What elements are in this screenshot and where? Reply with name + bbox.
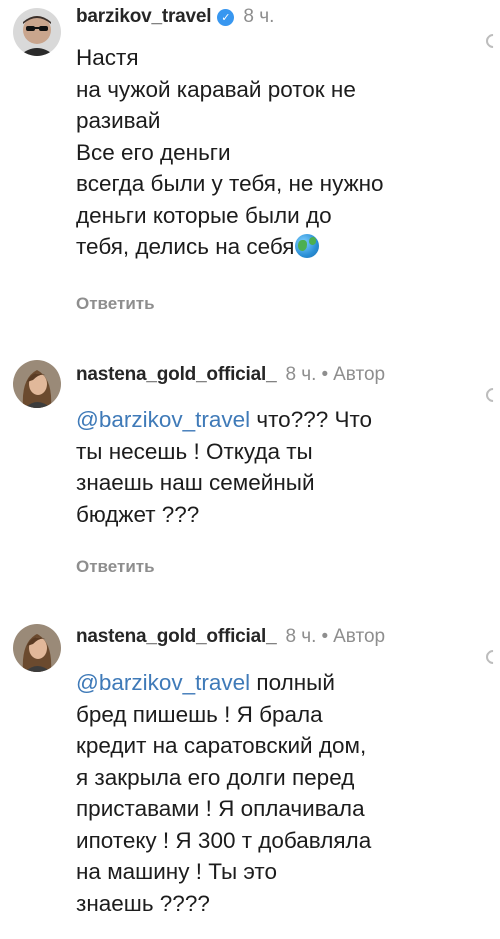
globe-icon [294,234,319,258]
text-line: тебя, делись на себя [76,234,295,259]
text-line: ипотеку ! Я 300 т добавляла [76,827,372,853]
separator-dot: • [321,626,329,647]
separator-dot: • [321,364,329,385]
timestamp: 8 ч. [285,626,317,647]
comment-text: Настя на чужой каравай роток не разивай … [76,42,476,263]
text-line: на чужой каравай роток не [76,76,356,102]
avatar-man-sunglasses-icon [13,8,61,56]
mention-link[interactable]: @barzikov_travel [76,670,250,695]
comment-header: nastena_gold_official_ 8 ч. • Автор [76,364,385,386]
username[interactable]: barzikov_travel [76,6,212,28]
username[interactable]: nastena_gold_official_ [76,626,277,648]
text-line: бред пишешь ! Я брала [76,701,323,727]
avatar-woman-icon [13,624,61,672]
reply-button[interactable]: Ответить [76,557,155,577]
timestamp: 8 ч. [243,6,275,27]
text-line: приставами ! Я оплачивала [76,796,365,821]
author-badge: Автор [333,364,386,385]
author-badge: Автор [333,626,386,647]
comment-header: nastena_gold_official_ 8 ч. • Автор [76,626,385,648]
mention-link[interactable]: @barzikov_travel [76,407,250,432]
comment-text: @barzikov_travel что??? Что ты несешь ! … [76,404,476,530]
verified-badge-icon: ✓ [217,8,235,26]
text-line: ты несешь ! Откуда ты [76,438,313,464]
text-line: бюджет ??? [76,501,200,527]
avatar-woman-icon [13,360,61,408]
text-line: знаешь ???? [76,890,210,916]
text-line: кредит на саратовский дом, [76,733,367,758]
text-line: Все его деньги [76,139,231,165]
timestamp: 8 ч. [285,364,317,385]
heart-icon[interactable] [483,647,500,667]
reply-button[interactable]: Ответить [76,294,155,314]
comment-text: @barzikov_travel полный бред пишешь ! Я … [76,667,476,919]
text-line-first: @barzikov_travel полный [76,667,476,699]
text-line: деньги которые были до [76,202,332,228]
text-line: что??? Что [250,407,373,432]
username[interactable]: nastena_gold_official_ [76,364,277,386]
text-line: на машину ! Ты это [76,859,277,884]
text-line: разивай [76,108,161,133]
avatar[interactable] [13,624,61,672]
comment-header: barzikov_travel ✓ 8 ч. [76,6,274,28]
text-line-last: тебя, делись на себя [76,231,476,263]
avatar[interactable] [13,8,61,56]
text-line: я закрыла его долги перед [76,764,355,790]
avatar[interactable] [13,360,61,408]
text-line: знаешь наш семейный [76,470,315,495]
heart-icon[interactable] [483,385,500,405]
text-line-first: @barzikov_travel что??? Что [76,404,476,436]
text-line: Настя [76,45,139,70]
text-line: полный [250,670,335,695]
text-line: всегда были у тебя, не нужно [76,171,384,196]
heart-icon[interactable] [483,31,500,51]
